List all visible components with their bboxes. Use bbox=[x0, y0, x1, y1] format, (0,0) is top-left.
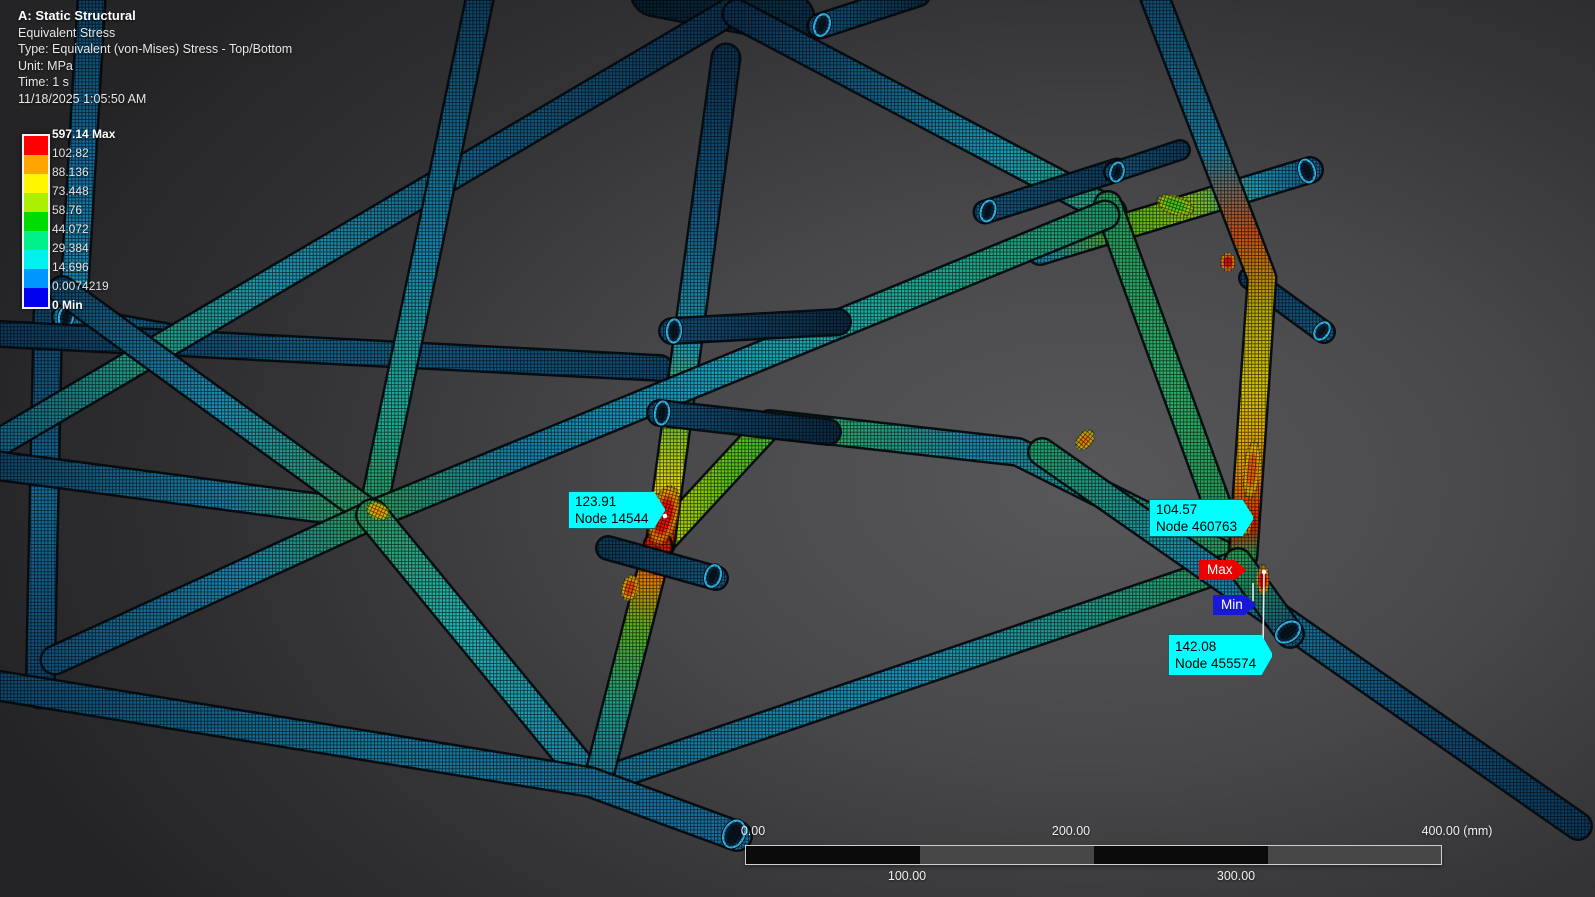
frame-tube-bracket-stub-2 bbox=[1103, 139, 1191, 184]
max-marker-label: Max bbox=[1207, 562, 1233, 577]
probe-flag-1[interactable]: 123.91 Node 14544 bbox=[568, 491, 666, 529]
analysis-title: A: Static Structural bbox=[18, 8, 136, 23]
frame-mesh-model bbox=[0, 0, 1593, 852]
frame-tube-left-mid-rail bbox=[0, 320, 674, 382]
legend-seg-2 bbox=[24, 174, 48, 193]
legend-value-9: 0 Min bbox=[52, 298, 83, 312]
legend-seg-3 bbox=[24, 193, 48, 212]
legend-seg-0 bbox=[24, 136, 48, 155]
ruler-seg-3 bbox=[1268, 846, 1441, 864]
frame-tube-bottom-diag bbox=[582, 549, 1253, 797]
legend-value-3: 73.448 bbox=[52, 184, 89, 198]
legend-seg-7 bbox=[24, 269, 48, 288]
legend-seg-1 bbox=[24, 155, 48, 174]
frame-tube-steep-left-tube bbox=[357, 0, 495, 530]
frame-tube-top-stub bbox=[806, 0, 931, 40]
ruler-label-300: 300.00 bbox=[1216, 869, 1256, 883]
legend-seg-6 bbox=[24, 250, 48, 269]
ruler-seg-1 bbox=[920, 846, 1094, 864]
legend-value-6: 29.384 bbox=[52, 241, 89, 255]
mechanical-graphics-window: A: Static Structural Equivalent Stress T… bbox=[0, 0, 1595, 897]
legend-value-1: 102.82 bbox=[52, 146, 89, 160]
result-name: Equivalent Stress bbox=[18, 25, 116, 40]
result-unit: Unit: MPa bbox=[18, 58, 73, 73]
legend-value-0: 597.14 Max bbox=[52, 127, 116, 141]
probe-value: 104.57 bbox=[1156, 502, 1198, 517]
probe-point-dot bbox=[662, 513, 668, 519]
frame-tube-bottomright-rail bbox=[1027, 437, 1593, 841]
probe-node: Node 460763 bbox=[1156, 519, 1238, 534]
ruler-label-400: 400.00 (mm) bbox=[1421, 824, 1493, 838]
legend-value-7: 14.696 bbox=[52, 260, 89, 274]
ruler-label-200: 200.00 bbox=[1051, 824, 1091, 838]
legend-value-8: 0.0074219 bbox=[52, 279, 109, 293]
min-marker-label: Min bbox=[1221, 597, 1243, 612]
result-type: Type: Equivalent (von-Mises) Stress - To… bbox=[18, 42, 293, 56]
frame-tube-fork-stub-2 bbox=[646, 399, 842, 446]
probe-flag-3[interactable]: 142.08 Node 455574 bbox=[1168, 634, 1273, 676]
probe-value: 123.91 bbox=[575, 494, 617, 509]
probe-value: 142.08 bbox=[1175, 639, 1217, 654]
result-header: A: Static Structural Equivalent Stress T… bbox=[18, 8, 292, 107]
ruler-seg-2 bbox=[1094, 846, 1268, 864]
frame-tube-left-vertical-lower bbox=[24, 297, 64, 710]
legend-colorbar[interactable] bbox=[22, 134, 50, 309]
ruler-bar bbox=[745, 845, 1442, 865]
scale-ruler: 0.00 200.00 400.00 (mm) 100.00 300.00 bbox=[741, 824, 1493, 890]
probe-flag-2[interactable]: 104.57 Node 460763 bbox=[1149, 499, 1254, 537]
probe-point-dot bbox=[1261, 569, 1267, 575]
legend-value-2: 88.136 bbox=[52, 165, 89, 179]
legend-value-5: 44.072 bbox=[52, 222, 89, 236]
legend-value-4: 58.76 bbox=[52, 203, 83, 217]
probe-node: Node 455574 bbox=[1175, 656, 1257, 671]
result-datetime: 11/18/2025 1:05:50 AM bbox=[18, 91, 147, 106]
result-time: Time: 1 s bbox=[18, 75, 69, 89]
probe-node: Node 14544 bbox=[575, 511, 649, 526]
ruler-label-100: 100.00 bbox=[887, 869, 927, 883]
ruler-seg-0 bbox=[746, 846, 920, 864]
ruler-label-0: 0.00 bbox=[740, 824, 766, 838]
legend-seg-4 bbox=[24, 212, 48, 231]
legend-seg-5 bbox=[24, 231, 48, 250]
legend-seg-8 bbox=[24, 288, 48, 307]
viewport-3d[interactable] bbox=[0, 0, 1595, 897]
frame-tube-jl-downleft-rail bbox=[39, 499, 388, 676]
